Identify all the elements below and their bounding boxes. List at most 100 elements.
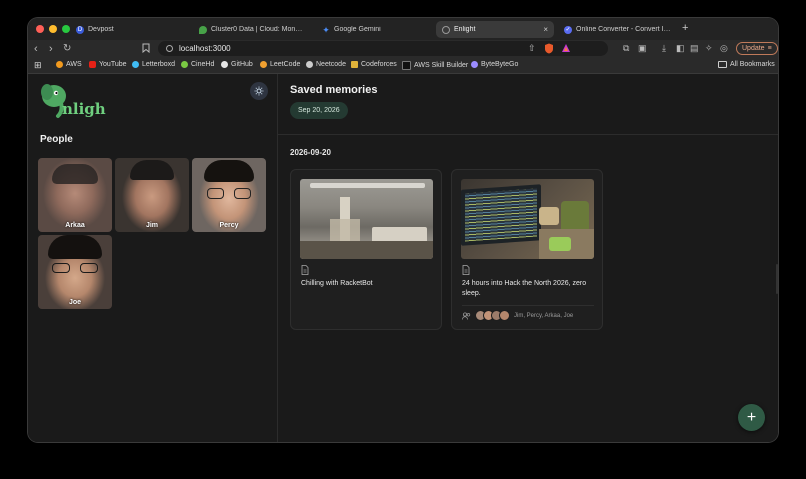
date-filter-chip[interactable]: Sep 20, 2026 [290, 102, 348, 119]
person-photo-detail [52, 164, 98, 184]
scrollbar[interactable] [776, 264, 778, 294]
memory-card[interactable]: 24 hours into Hack the North 2026, zero … [451, 169, 603, 330]
wallet-icon[interactable]: ▤ [690, 43, 699, 54]
avatar [499, 310, 510, 321]
back-icon[interactable]: ‹ [34, 42, 38, 56]
person-name: Percy [219, 222, 239, 229]
tab-title: Google Gemini [334, 26, 381, 33]
bookmark-label: AWS [66, 61, 82, 68]
new-tab-button[interactable]: + [682, 22, 688, 34]
address-bar[interactable]: localhost:3000 [158, 41, 608, 56]
person-photo-detail [130, 160, 174, 180]
tagged-people[interactable]: Jim, Percy, Arkaa, Joe [462, 310, 573, 321]
bookmark-leetcode[interactable]: LeetCode [260, 61, 300, 68]
tab-mongodb[interactable]: Cluster0 Data | Cloud: MongoDB C [193, 21, 311, 38]
svg-text:nlight: nlight [62, 100, 106, 118]
all-bookmarks[interactable]: All Bookmarks [718, 61, 775, 68]
bytebytego-icon [471, 61, 478, 68]
add-memory-button[interactable]: + [738, 404, 765, 431]
brave-rewards-icon[interactable] [561, 43, 571, 56]
minimize-window-button[interactable] [49, 25, 57, 33]
screenshot-icon[interactable]: ▣ [638, 43, 647, 54]
aws-skill-builder-icon [402, 61, 411, 70]
glasses-detail [52, 263, 98, 275]
sidebar: nlight People Arkaa [28, 74, 278, 442]
tab-bar: D Devpost Cluster0 Data | Cloud: MongoDB… [28, 18, 778, 40]
theme-toggle-button[interactable] [250, 82, 268, 100]
share-icon[interactable]: ⇧ [528, 43, 536, 54]
sidebar-toggle-icon[interactable]: ◧ [676, 43, 685, 54]
mongodb-leaf-icon [199, 25, 207, 34]
update-button[interactable]: Update ≡ [736, 42, 778, 55]
person-photo-detail [204, 160, 254, 182]
youtube-icon [89, 61, 96, 68]
enlight-logo: nlight [36, 80, 113, 120]
document-icon [301, 265, 309, 275]
bookmark-label: GitHub [231, 61, 253, 68]
tab-title: Online Converter - Convert Image [576, 26, 672, 33]
tagged-people-names: Jim, Percy, Arkaa, Joe [514, 312, 574, 319]
devpost-icon: D [76, 25, 84, 34]
maximize-window-button[interactable] [62, 25, 70, 33]
aws-icon [56, 61, 63, 68]
close-window-button[interactable] [36, 25, 44, 33]
cinehd-icon [181, 61, 188, 68]
extensions-icon[interactable]: ⧉ [623, 43, 629, 54]
apps-grid-icon[interactable]: ⊞ [34, 60, 42, 71]
sun-icon [254, 86, 264, 96]
memory-photo [300, 179, 433, 259]
globe-icon [442, 25, 450, 34]
tab-enlight[interactable]: Enlight × [436, 21, 554, 38]
update-label: Update [742, 45, 765, 52]
bookmark-icon[interactable] [142, 43, 150, 56]
bookmark-neetcode[interactable]: Neetcode [306, 61, 346, 68]
app-page: nlight People Arkaa [28, 74, 778, 442]
tab-online-converter[interactable]: ✓ Online Converter - Convert Image [558, 21, 678, 38]
bookmark-label: Codeforces [361, 61, 397, 68]
folder-icon [718, 61, 727, 68]
codeforces-icon [351, 61, 358, 68]
bookmark-youtube[interactable]: YouTube [89, 61, 127, 68]
download-icon[interactable]: ⤓ [662, 43, 666, 54]
all-bookmarks-label: All Bookmarks [730, 61, 775, 68]
glasses-detail [207, 188, 251, 200]
bookmark-github[interactable]: GitHub [221, 61, 253, 68]
leo-ai-icon[interactable]: ✧ [705, 43, 713, 54]
site-info-icon[interactable] [166, 45, 173, 52]
bookmark-letterboxd[interactable]: Letterboxd [132, 61, 175, 68]
forward-icon[interactable]: › [49, 42, 53, 56]
person-photo-detail [48, 235, 102, 259]
window-controls [36, 25, 70, 33]
main-content: Saved memories Sep 20, 2026 2026-09-20 C… [278, 74, 778, 442]
bookmark-label: Neetcode [316, 61, 346, 68]
bookmark-aws[interactable]: AWS [56, 61, 82, 68]
bookmark-label: LeetCode [270, 61, 301, 68]
reload-icon[interactable]: ↻ [63, 42, 71, 56]
browser-toolbar: ‹ › ↻ localhost:3000 ⇧ ⧉ ▣ ⤓ ◧ ▤ ✧ ◎ Upd… [28, 40, 778, 58]
github-icon [221, 61, 228, 68]
tab-gemini[interactable]: ✦ Google Gemini [316, 21, 434, 38]
people-heading: People [40, 134, 73, 145]
brave-shield-icon[interactable] [544, 43, 554, 57]
close-tab-icon[interactable]: × [543, 25, 548, 34]
person-card-percy[interactable]: Percy [192, 158, 266, 232]
gemini-star-icon: ✦ [322, 24, 330, 35]
memory-card[interactable]: Chilling with RacketBot [290, 169, 442, 330]
bookmark-aws-skill-builder[interactable]: AWS Skill Builder [402, 61, 468, 70]
bookmark-label: ByteByteGo [481, 61, 519, 68]
url-text: localhost:3000 [179, 44, 231, 53]
memory-caption: Chilling with RacketBot [301, 280, 373, 287]
converter-icon: ✓ [564, 25, 572, 34]
page-title: Saved memories [290, 84, 378, 96]
person-card-joe[interactable]: Joe [38, 235, 112, 309]
bookmark-codeforces[interactable]: Codeforces [351, 61, 397, 68]
menu-icon: ≡ [767, 45, 772, 52]
bookmark-bytebytego[interactable]: ByteByteGo [471, 61, 518, 68]
memory-caption: 24 hours into Hack the North 2026, zero … [462, 280, 587, 297]
person-card-arkaa[interactable]: Arkaa [38, 158, 112, 232]
vpn-icon[interactable]: ◎ [720, 43, 728, 54]
bookmark-label: AWS Skill Builder [414, 62, 469, 69]
bookmark-cinehd[interactable]: CineHd [181, 61, 214, 68]
person-card-jim[interactable]: Jim [115, 158, 189, 232]
tab-devpost[interactable]: D Devpost [70, 21, 188, 38]
